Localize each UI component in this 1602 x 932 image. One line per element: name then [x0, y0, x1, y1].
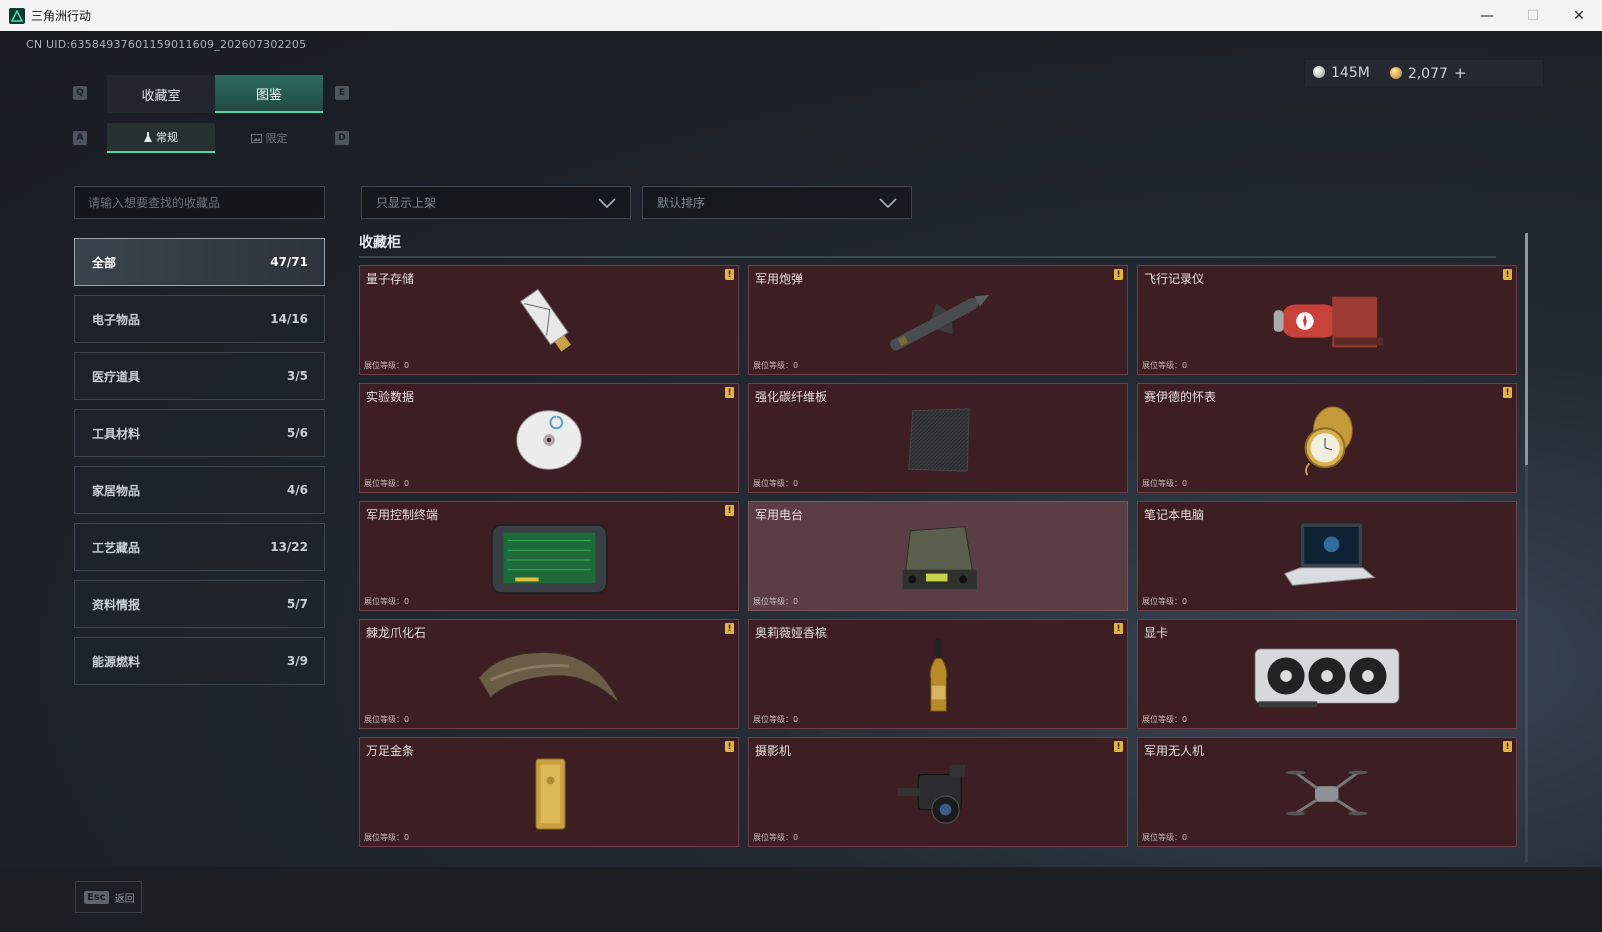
bottom-bar: Esc 返回 [0, 867, 1602, 932]
close-button[interactable]: ✕ [1556, 0, 1602, 31]
item-card[interactable]: 军用控制终端 ! 展位等级：0 [359, 501, 739, 611]
tab-codex[interactable]: 图鉴 [215, 75, 323, 113]
alert-badge-icon: ! [1503, 387, 1512, 398]
category-energy[interactable]: 能源燃料 3/9 [74, 637, 325, 685]
category-all[interactable]: 全部 47/71 [74, 238, 325, 286]
shelf-filter-dropdown[interactable]: 只显示上架 [361, 186, 631, 219]
item-card[interactable]: 摄影机 ! 展位等级：0 [748, 737, 1128, 847]
flight-recorder-icon [1138, 280, 1516, 364]
category-household[interactable]: 家居物品 4/6 [74, 466, 325, 514]
subtab-limited[interactable]: 限定 [215, 123, 323, 153]
key-hint-d: D [335, 131, 349, 145]
collection-grid-viewport: 量子存储 ! 展位等级：0 军用炮弹 ! 展位等级：0 飞行记录仪 ! 展位等级… [359, 265, 1519, 861]
maximize-button[interactable]: ☐ [1510, 0, 1556, 31]
silver-coin-icon [1313, 66, 1325, 78]
alert-badge-icon: ! [725, 269, 734, 280]
window-titlebar: 三角洲行动 — ☐ ✕ [0, 0, 1602, 31]
category-crafts[interactable]: 工艺藏品 13/22 [74, 523, 325, 571]
item-card[interactable]: 实验数据 ! 展位等级：0 [359, 383, 739, 493]
alert-badge-icon: ! [725, 623, 734, 634]
sort-dropdown[interactable]: 默认排序 [642, 186, 912, 219]
claw-fossil-icon [360, 634, 738, 718]
key-hint-q: Q [73, 86, 87, 100]
military-radio-icon [749, 516, 1127, 600]
alert-badge-icon: ! [1503, 269, 1512, 280]
item-card[interactable]: 量子存储 ! 展位等级：0 [359, 265, 739, 375]
video-camera-icon [749, 752, 1127, 836]
item-card[interactable]: 赛伊德的怀表 ! 展位等级：0 [1137, 383, 1517, 493]
item-card[interactable]: 奥莉薇娅香槟 ! 展位等级：0 [748, 619, 1128, 729]
shelf-filter-value: 只显示上架 [376, 196, 437, 210]
item-card[interactable]: 军用无人机 ! 展位等级：0 [1137, 737, 1517, 847]
tab-collection-room[interactable]: 收藏室 [107, 75, 215, 113]
main-tabs: 收藏室 图鉴 [107, 75, 323, 113]
minimize-button[interactable]: — [1464, 0, 1510, 31]
item-card[interactable]: 棘龙爪化石 ! 展位等级：0 [359, 619, 739, 729]
flask-icon [144, 131, 152, 142]
quantum-storage-icon [360, 280, 738, 364]
scrollbar-thumb[interactable] [1525, 233, 1528, 465]
laptop-icon [1138, 516, 1516, 600]
section-divider [359, 256, 1496, 258]
esc-key-hint: Esc [84, 890, 109, 904]
gold-bar-icon [360, 752, 738, 836]
disc-icon [360, 398, 738, 482]
alert-badge-icon: ! [1503, 741, 1512, 752]
app-logo-icon [9, 7, 25, 24]
game-area: CN UID:635849376011590116​09_20260730220… [0, 31, 1602, 932]
item-card[interactable]: 万足金条 ! 展位等级：0 [359, 737, 739, 847]
item-card[interactable]: 飞行记录仪 ! 展位等级：0 [1137, 265, 1517, 375]
chevron-down-icon [598, 197, 616, 208]
category-intel[interactable]: 资料情报 5/7 [74, 580, 325, 628]
alert-badge-icon: ! [1114, 269, 1123, 280]
control-terminal-icon [360, 516, 738, 600]
section-title: 收藏柜 [359, 235, 401, 251]
add-currency-button[interactable]: + [1454, 64, 1467, 82]
back-button[interactable]: Esc 返回 [75, 881, 142, 913]
image-icon [250, 133, 262, 143]
alert-badge-icon: ! [1114, 741, 1123, 752]
carbon-plate-icon [749, 398, 1127, 482]
alert-badge-icon: ! [725, 505, 734, 516]
category-list: 全部 47/71 电子物品 14/16 医疗道具 3/5 工具材料 5/6 家居物品 4/… [74, 238, 325, 694]
currency-bar: 145M 2,077 + [1305, 60, 1543, 86]
graphics-card-icon [1138, 634, 1516, 718]
collection-grid: 量子存储 ! 展位等级：0 军用炮弹 ! 展位等级：0 飞行记录仪 ! 展位等级… [359, 265, 1519, 847]
sub-tabs: 常规 限定 [107, 123, 323, 153]
category-tools[interactable]: 工具材料 5/6 [74, 409, 325, 457]
user-uid: CN UID:635849376011590116​09_20260730220… [26, 38, 307, 51]
window-title: 三角洲行动 [31, 9, 92, 23]
alert-badge-icon: ! [725, 387, 734, 398]
item-card[interactable]: 军用炮弹 ! 展位等级：0 [748, 265, 1128, 375]
gold-coin-icon [1389, 67, 1402, 79]
gold-currency: 2,077 + [1389, 64, 1467, 82]
back-label: 返回 [114, 893, 135, 905]
silver-currency: 145M [1313, 65, 1370, 81]
key-hint-e: E [335, 86, 349, 100]
search-box [74, 186, 325, 219]
item-card[interactable]: 显卡 展位等级：0 [1137, 619, 1517, 729]
category-electronics[interactable]: 电子物品 14/16 [74, 295, 325, 343]
item-card[interactable]: 军用电台 展位等级：0 [748, 501, 1128, 611]
category-medical[interactable]: 医疗道具 3/5 [74, 352, 325, 400]
champagne-bottle-icon [749, 634, 1127, 718]
item-card[interactable]: 强化碳纤维板 展位等级：0 [748, 383, 1128, 493]
artillery-shell-icon [749, 280, 1127, 364]
chevron-down-icon [879, 197, 897, 208]
alert-badge-icon: ! [1114, 623, 1123, 634]
item-card[interactable]: 笔记本电脑 展位等级：0 [1137, 501, 1517, 611]
key-hint-a: A [73, 131, 87, 145]
subtab-regular[interactable]: 常规 [107, 123, 215, 153]
search-input[interactable] [75, 187, 324, 218]
drone-icon [1138, 752, 1516, 836]
alert-badge-icon: ! [725, 741, 734, 752]
pocket-watch-icon [1138, 398, 1516, 482]
sort-value: 默认排序 [657, 196, 706, 210]
